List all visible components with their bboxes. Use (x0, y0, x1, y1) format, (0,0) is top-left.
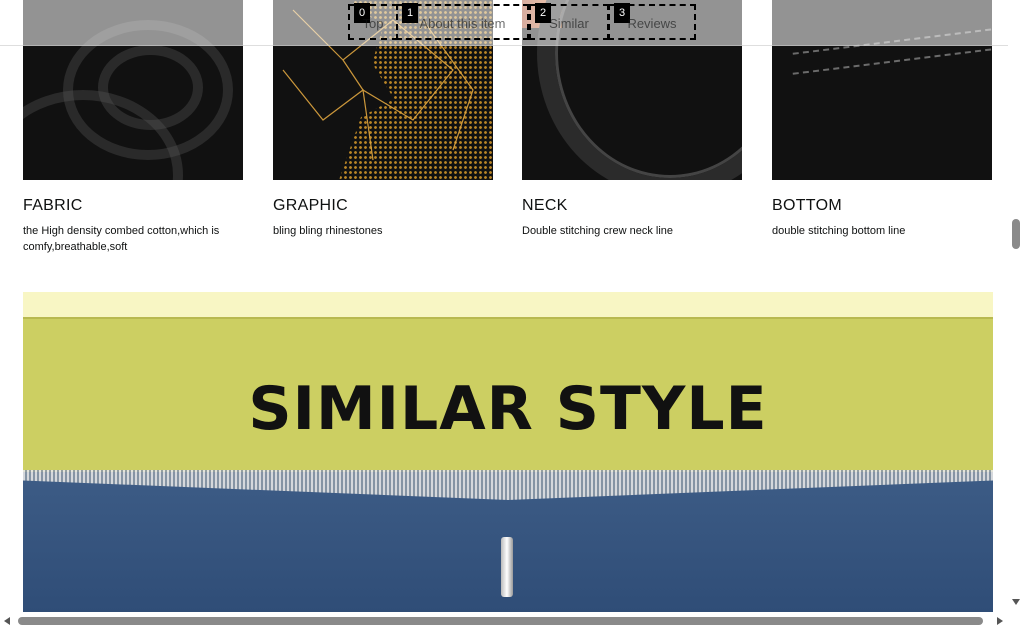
scroll-left-icon[interactable] (4, 617, 10, 625)
tab-about-this-item[interactable]: 1 About this item (396, 3, 529, 40)
feature-title: GRAPHIC (273, 197, 348, 214)
tab-reviews[interactable]: 3 Reviews (608, 3, 696, 40)
tab-similar[interactable]: 2 Similar (529, 3, 609, 40)
horizontal-scrollbar-thumb[interactable] (18, 617, 983, 625)
tab-top[interactable]: 0 Top (348, 3, 398, 40)
feature-title: NECK (522, 197, 568, 214)
tab-label: Top (362, 16, 384, 31)
feature-description: double stitching bottom line (772, 225, 906, 237)
similar-style-banner: SIMILAR STYLE (23, 292, 993, 612)
vertical-scrollbar-thumb[interactable] (1012, 219, 1020, 249)
feature-description: the High density combed cotton,which is … (23, 225, 220, 253)
vertical-scrollbar[interactable] (1008, 0, 1024, 612)
tab-label: Reviews (627, 16, 677, 31)
tab-label: Similar (549, 16, 589, 31)
feature-title: BOTTOM (772, 197, 842, 214)
scroll-down-icon[interactable] (1012, 599, 1020, 605)
tab-label: About this item (419, 16, 506, 31)
product-page-content: FABRIC the High density combed cotton,wh… (0, 0, 1008, 612)
sticky-section-nav: 0 Top 1 About this item 2 Similar 3 Revi… (0, 0, 1008, 46)
feature-description: bling bling rhinestones (273, 225, 383, 237)
horizontal-scrollbar[interactable] (0, 612, 1008, 629)
feature-title: FABRIC (23, 197, 83, 214)
banner-heading: SIMILAR STYLE (248, 374, 768, 444)
scroll-right-icon[interactable] (997, 617, 1003, 625)
scrollbar-corner (1008, 612, 1024, 629)
feature-description: Double stitching crew neck line (522, 225, 674, 237)
